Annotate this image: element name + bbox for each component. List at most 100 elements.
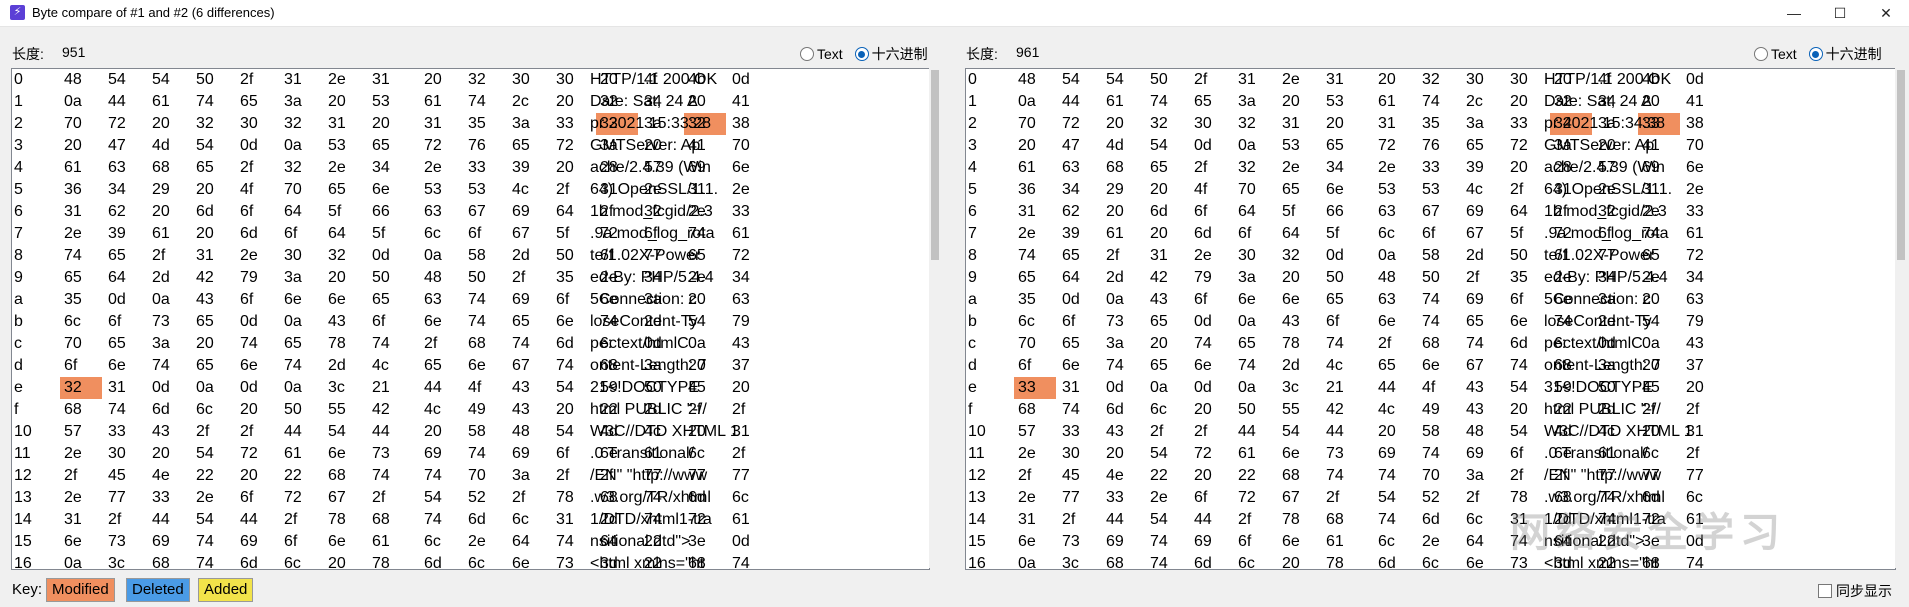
hex-byte[interactable]: 50 xyxy=(1234,399,1276,421)
hex-byte[interactable]: 78 xyxy=(324,509,366,531)
hex-byte[interactable]: 2c xyxy=(1462,91,1504,113)
hex-byte[interactable]: 20 xyxy=(1506,91,1548,113)
ascii-text[interactable]: html PUBLIC "-// xyxy=(590,399,707,421)
hex-byte[interactable]: 44 xyxy=(1322,421,1364,443)
hex-byte[interactable]: 6f xyxy=(1190,487,1232,509)
hex-row[interactable]: f 68 74 6d 6c 20 50 55 42 4c 49 43 20 22 2d 2f 2f html PU… xyxy=(966,399,1895,421)
hex-byte[interactable]: 2f xyxy=(1058,509,1100,531)
hex-byte[interactable]: 6e xyxy=(368,179,410,201)
hex-byte[interactable]: 48 xyxy=(1462,421,1504,443)
hex-byte[interactable]: 43 xyxy=(192,289,234,311)
hex-byte[interactable]: 2f xyxy=(728,443,770,465)
ascii-text[interactable]: 64) OpenSSL/1.1. xyxy=(1544,179,1672,201)
hex-byte[interactable]: 6f xyxy=(1014,355,1056,377)
hex-row[interactable]: e 32 31 0d 0a 0d 0a 3c 21 44 4f 43 54 59 50 45 20 21<!DOC… xyxy=(12,377,929,399)
hex-byte[interactable]: 6d xyxy=(552,333,594,355)
hex-byte[interactable]: 22 xyxy=(280,465,322,487)
hex-byte[interactable]: 42 xyxy=(1146,267,1188,289)
hex-byte[interactable]: 6d xyxy=(236,553,278,569)
hex-byte[interactable]: 67 xyxy=(1462,355,1504,377)
hex-byte[interactable]: 65 xyxy=(1234,333,1276,355)
hex-row[interactable]: 11 2e 30 20 54 72 61 6e 73 69 74 69 6f 6e 61 6c 2f .0 Tra… xyxy=(12,443,929,465)
hex-byte[interactable]: 74 xyxy=(552,355,594,377)
hex-byte[interactable]: 74 xyxy=(368,333,410,355)
hex-byte[interactable]: 74 xyxy=(1146,531,1188,553)
hex-row[interactable]: 7 2e 39 61 20 6d 6f 64 5f 6c 6f 67 5f 72 6f 74 61.9a mod… xyxy=(12,223,929,245)
hex-byte[interactable]: 61 xyxy=(1374,91,1416,113)
hex-row[interactable]: 15 6e 73 69 74 69 6f 6e 61 6c 2e 64 74 64 22 3e 0d nsitio… xyxy=(12,531,929,553)
hex-byte[interactable]: 6c xyxy=(464,553,506,569)
hex-byte[interactable]: 35 xyxy=(1014,289,1056,311)
hex-byte[interactable]: 20 xyxy=(552,91,594,113)
hex-byte[interactable]: 6f xyxy=(1506,443,1548,465)
ascii-text[interactable]: 64) OpenSSL/1.1. xyxy=(590,179,718,201)
hex-byte[interactable]: 66 xyxy=(368,201,410,223)
hex-byte[interactable]: 70 xyxy=(1234,179,1276,201)
hex-byte[interactable]: 20 xyxy=(1190,399,1232,421)
hex-byte[interactable]: 74 xyxy=(1462,333,1504,355)
hex-byte[interactable]: 58 xyxy=(464,245,506,267)
hex-byte[interactable]: 53 xyxy=(1374,179,1416,201)
hex-byte[interactable]: 41 xyxy=(728,91,770,113)
hex-byte[interactable]: 20 xyxy=(1102,201,1144,223)
hex-byte[interactable]: 63 xyxy=(420,201,462,223)
hex-byte[interactable]: 74 xyxy=(236,333,278,355)
hex-byte[interactable]: 31 xyxy=(368,69,410,91)
hex-byte[interactable]: 20 xyxy=(148,201,190,223)
ascii-text[interactable]: 5Connection: c xyxy=(590,289,697,311)
hex-byte[interactable]: 74 xyxy=(1146,91,1188,113)
hex-byte[interactable]: 54 xyxy=(1506,377,1548,399)
hex-byte[interactable]: 6f xyxy=(1506,289,1548,311)
hex-byte[interactable]: 3a xyxy=(280,267,322,289)
hex-byte[interactable]: 65 xyxy=(368,135,410,157)
hex-byte[interactable]: 0d xyxy=(368,245,410,267)
hex-byte[interactable]: 65 xyxy=(1146,355,1188,377)
hex-byte[interactable]: 74 xyxy=(192,531,234,553)
hex-byte[interactable]: 65 xyxy=(508,135,550,157)
hex-byte[interactable]: 0d xyxy=(1682,69,1724,91)
hex-byte[interactable]: 68 xyxy=(324,465,366,487)
hex-byte[interactable]: 5f xyxy=(1506,223,1548,245)
hex-byte[interactable]: 47 xyxy=(104,135,146,157)
hex-byte[interactable]: 6e xyxy=(1058,355,1100,377)
hex-byte[interactable]: 0d xyxy=(1190,377,1232,399)
hex-byte[interactable]: 64 xyxy=(104,267,146,289)
hex-byte[interactable]: 2f xyxy=(1462,487,1504,509)
hex-byte[interactable]: 34 xyxy=(104,179,146,201)
hex-byte[interactable]: 2f xyxy=(552,179,594,201)
hex-byte[interactable]: 6f xyxy=(60,355,102,377)
hex-byte[interactable]: 30 xyxy=(1462,69,1504,91)
hex-byte[interactable]: 69 xyxy=(1462,201,1504,223)
hex-byte[interactable]: 31 xyxy=(192,245,234,267)
hex-byte[interactable]: 70 xyxy=(464,465,506,487)
hex-byte[interactable]: 72 xyxy=(1506,135,1548,157)
hex-byte[interactable]: 2f xyxy=(60,465,102,487)
hex-byte[interactable]: 0a xyxy=(420,245,462,267)
hex-byte[interactable]: 79 xyxy=(1682,311,1724,333)
hex-byte[interactable]: 20 xyxy=(1374,69,1416,91)
hex-byte[interactable]: 2f xyxy=(1682,443,1724,465)
hex-row[interactable]: 10 57 33 43 2f 2f 44 54 44 20 58 48 54 4d 4c 20 31 W3C//D… xyxy=(12,421,929,443)
hex-byte[interactable]: 67 xyxy=(464,201,506,223)
hex-byte[interactable]: 77 xyxy=(1058,487,1100,509)
ascii-text[interactable]: 1b mod_fcgid/2.3 xyxy=(590,201,713,223)
hex-byte[interactable]: 44 xyxy=(148,509,190,531)
hex-byte[interactable]: 6d xyxy=(1102,399,1144,421)
hex-byte[interactable]: 6f xyxy=(368,311,410,333)
hex-byte[interactable]: 61 xyxy=(1322,531,1364,553)
hex-byte[interactable]: 31 xyxy=(1146,245,1188,267)
hex-byte[interactable]: 74 xyxy=(508,333,550,355)
hex-byte[interactable]: 77 xyxy=(1682,465,1724,487)
hex-byte[interactable]: 74 xyxy=(1418,91,1460,113)
hex-row[interactable]: a 35 0d 0a 43 6f 6e 6e 65 63 74 69 6f 6e 3a 20 63 5Connec… xyxy=(966,289,1895,311)
right-hex-radio[interactable] xyxy=(1808,47,1823,61)
hex-byte[interactable]: 6e xyxy=(1374,311,1416,333)
hex-byte[interactable]: 2d xyxy=(1278,355,1320,377)
hex-byte[interactable]: 5f xyxy=(324,201,366,223)
hex-byte[interactable]: 6e xyxy=(60,531,102,553)
hex-byte[interactable]: 74 xyxy=(1102,355,1144,377)
hex-byte[interactable]: 31 xyxy=(1322,69,1364,91)
hex-byte[interactable]: 61 xyxy=(728,223,770,245)
hex-byte[interactable]: 0d xyxy=(1190,311,1232,333)
right-scroll-thumb[interactable] xyxy=(1897,70,1905,260)
